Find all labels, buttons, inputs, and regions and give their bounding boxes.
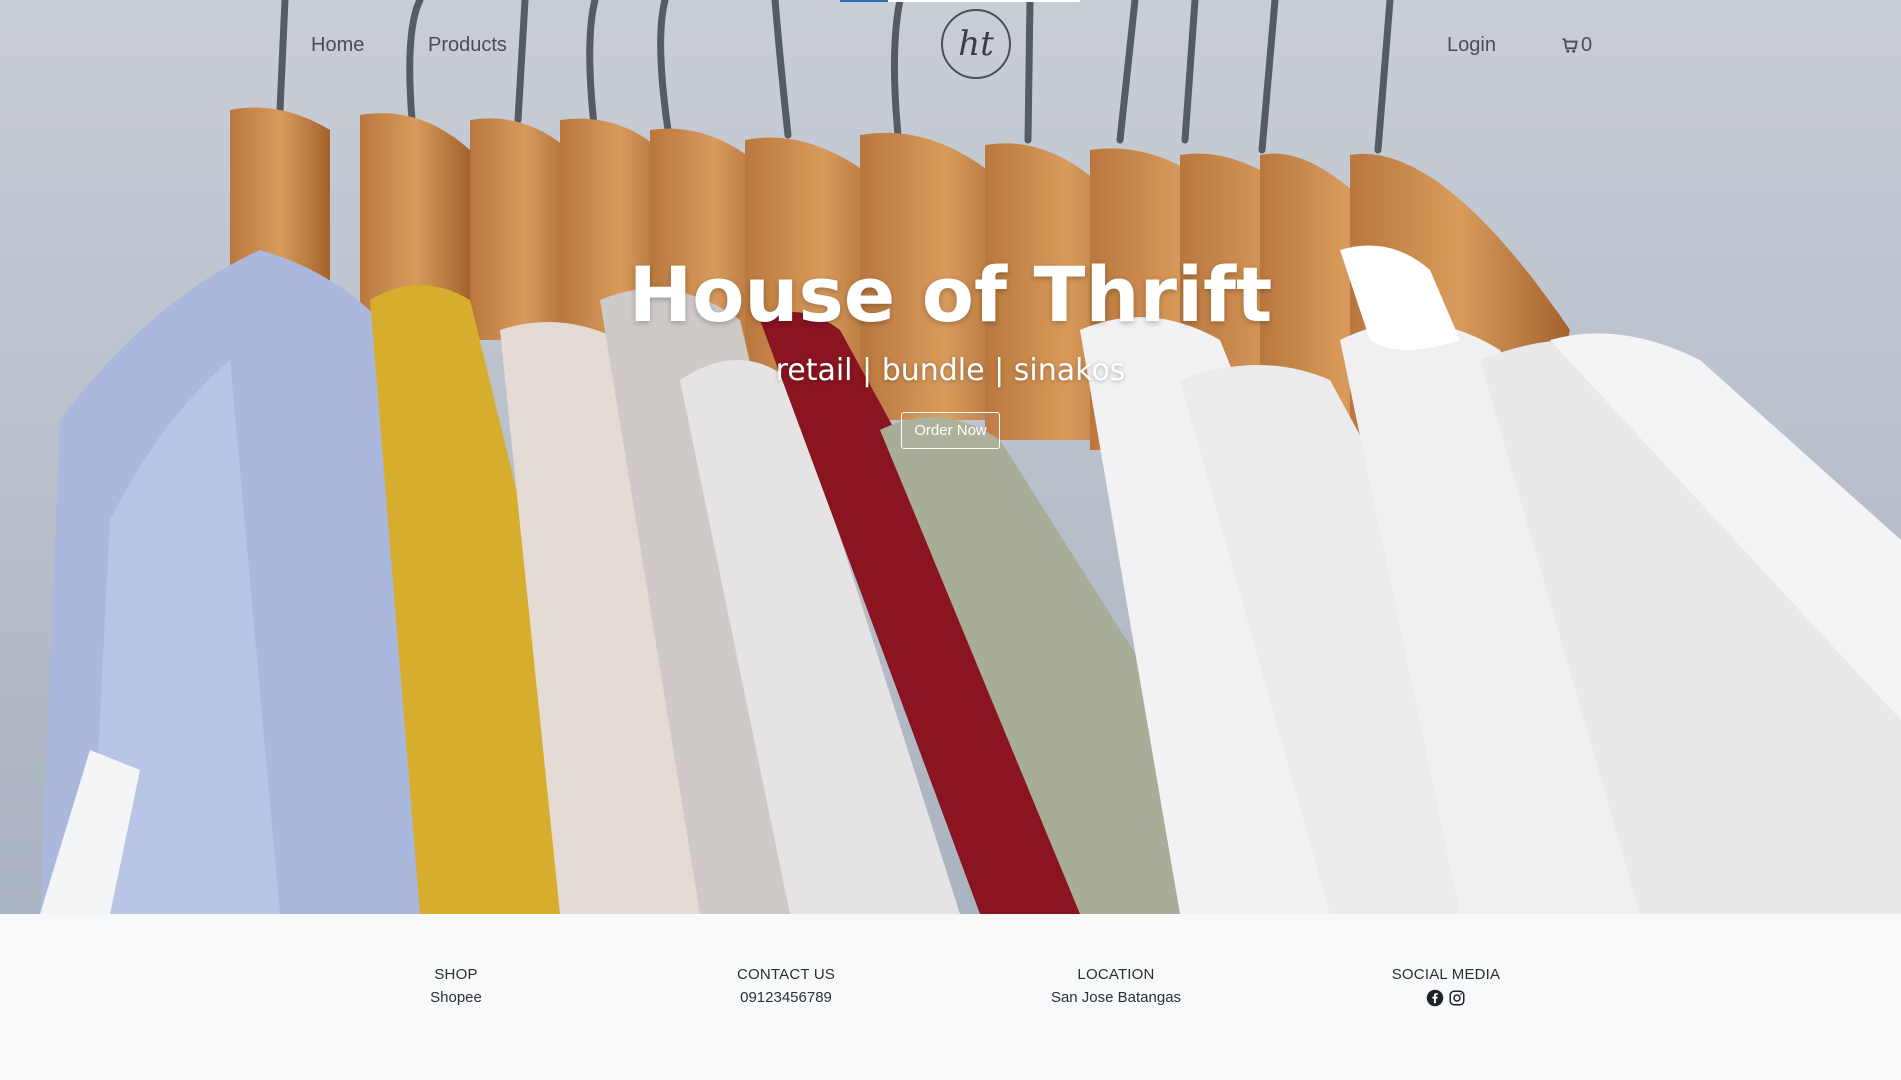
brand-logo[interactable]: ht bbox=[941, 9, 1011, 79]
nav-products-link[interactable]: Products bbox=[428, 34, 507, 57]
footer-location-value: San Jose Batangas bbox=[1050, 989, 1182, 1006]
hero-content: House of Thrift retail | bundle | sinako… bbox=[0, 250, 1901, 449]
hero-title: House of Thrift bbox=[628, 250, 1273, 339]
footer: SHOP Shopee CONTACT US 09123456789 LOCAT… bbox=[0, 914, 1901, 1080]
footer-location-column: LOCATION San Jose Batangas bbox=[986, 966, 1246, 1006]
footer-shop-heading: SHOP bbox=[434, 966, 478, 983]
footer-contact-phone: 09123456789 bbox=[740, 989, 832, 1006]
nav-cart-link[interactable]: 0 bbox=[1561, 34, 1592, 57]
footer-social-column: SOCIAL MEDIA bbox=[1316, 966, 1576, 1012]
footer-shop-column: SHOP Shopee bbox=[326, 966, 586, 1006]
footer-location-heading: LOCATION bbox=[1077, 966, 1155, 983]
cart-count: 0 bbox=[1581, 34, 1593, 56]
nav-home-link[interactable]: Home bbox=[311, 34, 364, 57]
top-navbar: Home Products ht Login 0 bbox=[0, 0, 1901, 90]
footer-social-heading: SOCIAL MEDIA bbox=[1391, 966, 1501, 983]
social-icons bbox=[1316, 989, 1576, 1012]
facebook-icon[interactable] bbox=[1426, 989, 1444, 1012]
cart-icon bbox=[1562, 37, 1578, 53]
hero-banner: Home Products ht Login 0 House of Thrift… bbox=[0, 0, 1901, 914]
nav-login-link[interactable]: Login bbox=[1447, 34, 1496, 57]
order-now-button[interactable]: Order Now bbox=[901, 412, 1000, 449]
footer-shop-link[interactable]: Shopee bbox=[326, 989, 586, 1006]
hero-subtitle: retail | bundle | sinakos bbox=[775, 353, 1126, 388]
footer-contact-heading: CONTACT US bbox=[736, 966, 836, 983]
instagram-icon[interactable] bbox=[1448, 989, 1466, 1012]
hero-background-image bbox=[0, 0, 1901, 914]
logo-text: ht bbox=[958, 24, 994, 64]
footer-contact-column: CONTACT US 09123456789 bbox=[656, 966, 916, 1006]
